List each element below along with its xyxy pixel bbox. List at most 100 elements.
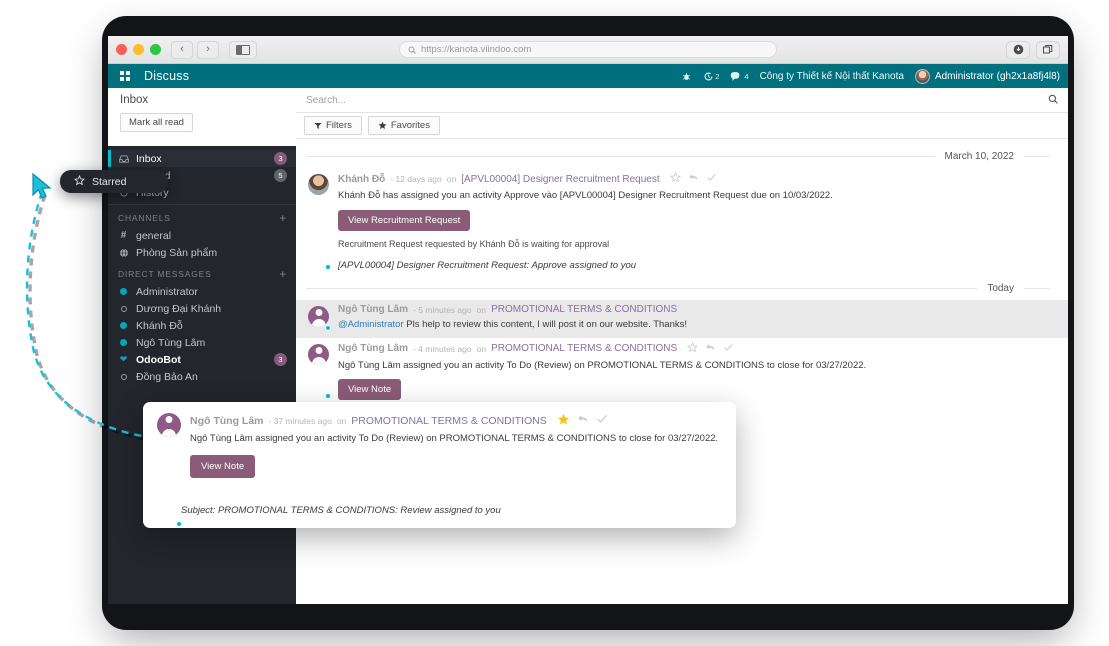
search-row: Search... <box>296 88 1068 113</box>
sidebar-dm-item[interactable]: Dương Đại Khánh <box>108 300 296 317</box>
unread-badge: 3 <box>274 353 287 366</box>
favorites-button[interactable]: Favorites <box>367 116 440 135</box>
avatar-wrapper <box>308 342 331 401</box>
message-action-button[interactable]: View Recruitment Request <box>338 209 471 231</box>
close-window-button[interactable] <box>116 44 127 55</box>
starred-drag-chip[interactable]: Starred <box>60 170 168 193</box>
avatar <box>308 305 329 327</box>
star-icon <box>378 121 387 130</box>
sidebar-item-inbox[interactable]: Inbox 3 <box>108 150 296 167</box>
channels-header: CHANNELS + <box>108 205 296 227</box>
message-item[interactable]: Khánh Đỗ - 12 days ago on [APVL00004] Desig… <box>296 168 1068 277</box>
message-item[interactable]: Ngô Tùng Lâm - 5 minutes ago on PROMOTIONAL… <box>296 299 1068 338</box>
browser-nav-buttons[interactable]: ‹ › <box>171 40 219 59</box>
user-name: Administrator (gh2x1a8fj4l8) <box>934 70 1060 82</box>
globe-icon <box>118 248 129 258</box>
forward-button[interactable]: › <box>197 40 219 59</box>
sidebar-channel-item[interactable]: Phòng Sản phẩm <box>108 244 296 261</box>
tab-overview-button[interactable] <box>1036 40 1060 59</box>
message-list[interactable]: March 10, 2022 Khánh Đỗ - 12 days ago on [AP… <box>296 139 1068 604</box>
message-subject[interactable]: PROMOTIONAL TERMS & CONDITIONS <box>491 343 677 355</box>
message-content: Ngô Tùng Lâm - 5 minutes ago on PROMOTIONAL… <box>338 304 1058 332</box>
download-button[interactable] <box>1006 40 1030 59</box>
minimize-window-button[interactable] <box>133 44 144 55</box>
message-item[interactable]: Ngô Tùng Lâm - 4 minutes ago on PROMOTIONAL… <box>296 338 1068 407</box>
activities-badge: 2 <box>715 71 720 81</box>
online-status-dot <box>176 521 182 527</box>
mention[interactable]: @Administrator <box>338 319 404 330</box>
reply-icon[interactable] <box>705 343 716 356</box>
reply-icon[interactable] <box>688 173 699 186</box>
add-dm-button[interactable]: + <box>279 268 287 280</box>
activities-icon[interactable]: 2 <box>703 71 719 82</box>
online-status-dot <box>325 324 331 331</box>
message-header: Khánh Đỗ - 12 days ago on [APVL00004] Desig… <box>338 171 1058 187</box>
dragged-message-card[interactable]: Ngô Tùng Lâm - 37 minutes ago on PROMOTI… <box>143 402 736 528</box>
screenshot-stage: ‹ › https://kanota.viindoo.com Discuss 2… <box>0 0 1109 646</box>
apps-menu-icon[interactable] <box>120 71 130 81</box>
message-author: Ngô Tùng Lâm <box>338 303 408 315</box>
browser-right-buttons <box>1006 40 1060 59</box>
message-action-button[interactable]: View Note <box>338 379 402 401</box>
mark-read-check-icon[interactable] <box>723 343 734 356</box>
messages-icon[interactable]: 4 <box>730 71 749 82</box>
sidebar-item-label: Inbox <box>136 152 162 165</box>
sidebar-dm-item[interactable]: Đồng Bảo An <box>108 368 296 385</box>
dm-label: Khánh Đỗ <box>136 319 183 332</box>
sidebar-dm-item[interactable]: Khánh Đỗ <box>108 317 296 334</box>
filters-button[interactable]: Filters <box>304 116 362 135</box>
message-content: Ngô Tùng Lâm - 4 minutes ago on PROMOTIONAL… <box>338 341 1058 401</box>
window-controls[interactable] <box>116 44 161 55</box>
dm-label: Ngô Tùng Lâm <box>136 336 206 349</box>
message-header: Ngô Tùng Lâm - 5 minutes ago on PROMOTIONAL… <box>338 304 1058 316</box>
message-time: - 12 days ago <box>390 174 442 185</box>
add-channel-button[interactable]: + <box>279 212 287 224</box>
heart-icon: ❤ <box>119 354 128 364</box>
mark-all-read-button[interactable]: Mark all read <box>120 113 193 132</box>
dm-header-label: DIRECT MESSAGES <box>118 269 212 279</box>
address-bar[interactable]: https://kanota.viindoo.com <box>399 41 777 58</box>
search-icon <box>408 46 416 54</box>
message-note: Recruitment Request requested by Khánh Đ… <box>338 238 610 249</box>
message-on-label: on <box>476 343 487 354</box>
date-separator-label: March 10, 2022 <box>944 151 1015 162</box>
star-outline-icon[interactable] <box>687 341 699 357</box>
message-subject[interactable]: [APVL00004] Designer Recruitment Request <box>461 174 659 186</box>
unread-badge: 3 <box>274 152 287 165</box>
mark-read-check-icon[interactable] <box>706 173 717 186</box>
message-time: - 4 minutes ago <box>413 343 472 354</box>
address-bar-url: https://kanota.viindoo.com <box>421 44 532 55</box>
message-subject[interactable]: PROMOTIONAL TERMS & CONDITIONS <box>351 415 546 428</box>
favorites-label: Favorites <box>390 120 430 131</box>
search-input[interactable]: Search... <box>306 95 1048 106</box>
sidebar-dm-item[interactable]: Administrator <box>108 283 296 300</box>
message-subject[interactable]: PROMOTIONAL TERMS & CONDITIONS <box>491 304 677 316</box>
channels-header-label: CHANNELS <box>118 213 171 223</box>
avatar-wrapper <box>308 304 331 332</box>
back-button[interactable]: ‹ <box>171 40 193 59</box>
message-footer: [APVL00004] Designer Recruitment Request… <box>338 259 637 271</box>
message-on-label: on <box>446 174 457 185</box>
message-time: - 5 minutes ago <box>413 304 472 315</box>
dm-label: OdooBot <box>136 353 181 366</box>
user-menu[interactable]: Administrator (gh2x1a8fj4l8) <box>914 68 1060 84</box>
sidebar-dm-item[interactable]: Ngô Tùng Lâm <box>108 334 296 351</box>
view-note-button[interactable]: View Note <box>190 455 256 479</box>
filter-icon <box>314 122 322 129</box>
reply-icon[interactable] <box>577 414 589 428</box>
search-icon[interactable] <box>1048 94 1058 107</box>
dm-label: Administrator <box>136 285 198 298</box>
maximize-window-button[interactable] <box>150 44 161 55</box>
sidebar-dm-item[interactable]: ❤ OdooBot 3 <box>108 351 296 368</box>
company-name[interactable]: Công ty Thiết kế Nội thất Kanota <box>760 71 904 82</box>
message-author: Ngô Tùng Lâm <box>338 343 408 355</box>
sidebar-toggle-button[interactable] <box>229 40 257 59</box>
message-body: Ngô Tùng Lâm assigned you an activity To… <box>190 433 719 445</box>
message-actions <box>557 413 608 429</box>
sidebar-channel-item[interactable]: # general <box>108 227 296 244</box>
mark-read-check-icon[interactable] <box>596 414 608 428</box>
debug-icon[interactable] <box>681 71 692 82</box>
app-header: Discuss 2 4 Công ty Thiết kế Nội thất Ka… <box>108 64 1068 88</box>
star-filled-icon[interactable] <box>557 413 570 429</box>
star-outline-icon[interactable] <box>669 171 681 187</box>
